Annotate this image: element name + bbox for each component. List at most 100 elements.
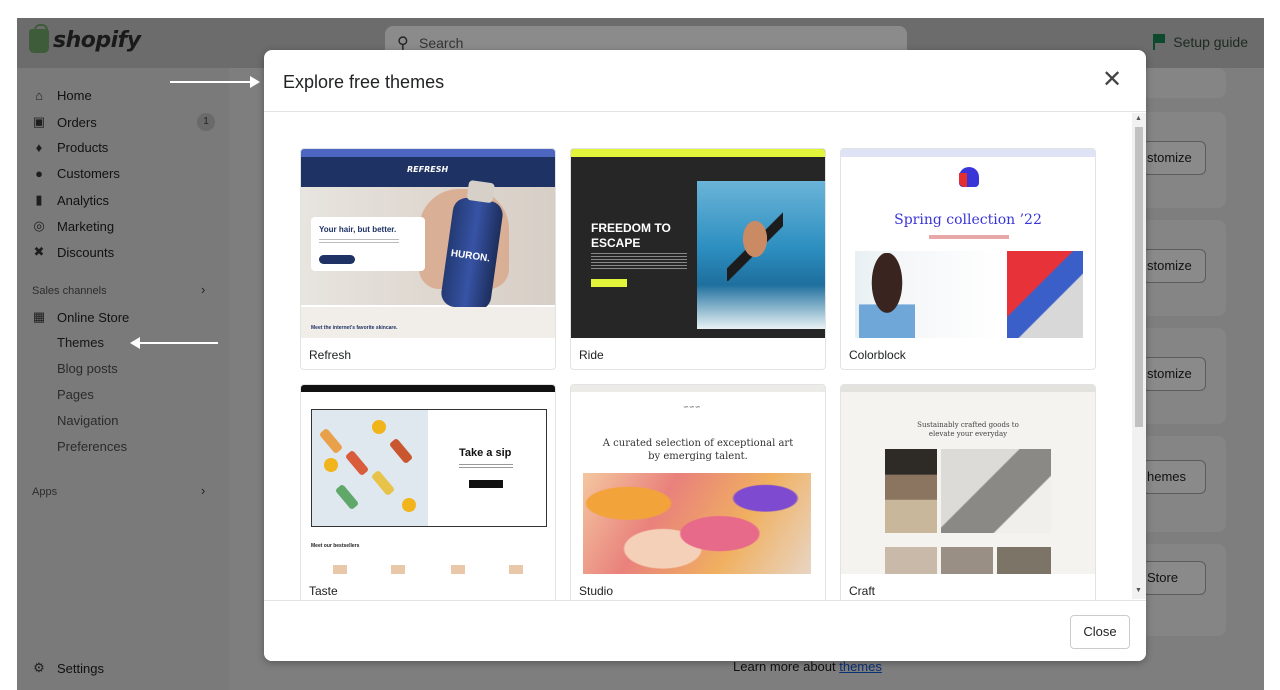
- theme-gallery: REFRESH HURON. Your hair, but better. Me…: [264, 112, 1130, 600]
- theme-card-taste[interactable]: Take a sip Meet our bestsellers Taste: [300, 384, 556, 600]
- setup-guide-button[interactable]: Setup guide: [1153, 34, 1248, 50]
- theme-card-refresh[interactable]: REFRESH HURON. Your hair, but better. Me…: [300, 148, 556, 370]
- modal-title: Explore free themes: [283, 72, 445, 92]
- themes-link[interactable]: themes: [839, 659, 882, 674]
- shopify-logo[interactable]: shopify: [29, 23, 141, 53]
- preview-lemon: [324, 458, 338, 472]
- sidebar-item-label: Online Store: [57, 309, 130, 325]
- theme-name: Ride: [579, 348, 604, 362]
- customize-button[interactable]: stomize: [1142, 357, 1206, 391]
- theme-card-craft[interactable]: Sustainably crafted goods to elevate you…: [840, 384, 1096, 600]
- home-icon: ⌂: [35, 88, 43, 103]
- preview-footer-text: Meet the internet's favorite skincare.: [311, 325, 398, 331]
- scroll-up-icon[interactable]: ▲: [1135, 115, 1142, 122]
- learn-more-prefix: Learn more about: [733, 659, 840, 674]
- sidebar-item-settings[interactable]: ⚙ Settings: [31, 660, 104, 676]
- target-icon: ◎: [33, 218, 45, 233]
- sidebar-item-products[interactable]: ♦ Products: [31, 140, 109, 155]
- explore-themes-modal: Explore free themes ✕ REFRESH HURON. You…: [264, 50, 1146, 661]
- theme-name: Colorblock: [849, 348, 906, 362]
- sidebar-subitem-pages[interactable]: Pages: [57, 387, 94, 402]
- preview-section-title: Meet our bestsellers: [311, 543, 360, 549]
- sidebar-item-label: Discounts: [57, 244, 115, 260]
- theme-preview-image: Spring collection ’22: [841, 149, 1095, 338]
- preview-announcement-bar: [841, 149, 1095, 157]
- theme-preview-image: ∽∽∽ A curated selection of exceptional a…: [571, 385, 825, 574]
- bar-chart-icon: ▮: [35, 192, 43, 207]
- sidebar-item-label: Home: [57, 88, 92, 103]
- annotation-arrow-right: [170, 76, 260, 88]
- theme-name: Refresh: [309, 348, 352, 362]
- preview-button: [591, 279, 627, 287]
- preview-text: [319, 239, 399, 245]
- theme-card-colorblock[interactable]: Spring collection ’22 Colorblock: [840, 148, 1096, 370]
- theme-card-studio[interactable]: ∽∽∽ A curated selection of exceptional a…: [570, 384, 826, 600]
- preview-bottle: [388, 437, 414, 465]
- sidebar-item-home[interactable]: ⌂ Home: [31, 88, 92, 103]
- theme-name: Taste: [309, 584, 338, 598]
- preview-subtext: [929, 235, 1009, 239]
- preview-announcement-bar: [571, 149, 825, 157]
- explore-themes-button[interactable]: hemes: [1142, 460, 1206, 494]
- sidebar-item-discounts[interactable]: ✖ Discounts: [31, 244, 115, 260]
- shopify-bag-icon: [29, 23, 49, 53]
- modal-header: Explore free themes ✕: [264, 50, 1146, 112]
- preview-lemon: [372, 420, 386, 434]
- sidebar-item-orders[interactable]: ▣ Orders: [31, 114, 97, 130]
- modal-scrollbar[interactable]: ▲ ▼: [1132, 113, 1146, 599]
- modal-footer: Close: [264, 600, 1146, 661]
- sidebar-item-online-store[interactable]: ▦ Online Store: [31, 309, 129, 325]
- sidebar-subitem-preferences[interactable]: Preferences: [57, 439, 127, 454]
- preview-announcement-bar: [301, 385, 555, 392]
- preview-surf-image: [697, 181, 825, 329]
- close-icon[interactable]: ✕: [1100, 68, 1124, 92]
- preview-button: [469, 480, 503, 488]
- person-icon: ●: [35, 166, 43, 181]
- customize-button[interactable]: stomize: [1142, 141, 1206, 175]
- arrow-head-icon: [250, 76, 260, 88]
- preview-text: [459, 464, 513, 470]
- sidebar-subitem-themes[interactable]: Themes: [57, 335, 104, 350]
- theme-card-ride[interactable]: FREEDOM TO ESCAPE Ride: [570, 148, 826, 370]
- visit-store-button[interactable]: Store: [1142, 561, 1206, 595]
- preview-heading: Take a sip: [459, 447, 512, 459]
- sidebar-item-marketing[interactable]: ◎ Marketing: [31, 218, 114, 234]
- sidebar-item-analytics[interactable]: ▮ Analytics: [31, 192, 109, 208]
- preview-text: [591, 253, 687, 271]
- preview-bottle: [334, 483, 360, 511]
- preview-announcement-bar: [301, 149, 555, 157]
- preview-logo: REFRESH: [407, 165, 449, 174]
- sidebar-item-label: Analytics: [57, 192, 110, 208]
- preview-nav: REFRESH: [301, 157, 555, 187]
- preview-heading: Sustainably crafted goods to elevate you…: [917, 421, 1019, 438]
- scrollbar-thumb[interactable]: [1135, 127, 1143, 427]
- preview-logo: [959, 167, 979, 187]
- sidebar: ⌂ Home ▣ Orders 1 ♦ Products ● Customers…: [17, 68, 229, 690]
- theme-name: Craft: [849, 584, 876, 598]
- sidebar-item-label: Marketing: [57, 218, 115, 234]
- customize-button[interactable]: stomize: [1142, 249, 1206, 283]
- preview-image: [997, 547, 1051, 574]
- scroll-down-icon[interactable]: ▼: [1135, 587, 1142, 594]
- sidebar-subitem-navigation[interactable]: Navigation: [57, 413, 118, 428]
- preview-image-right: [1007, 251, 1083, 338]
- orders-icon: ▣: [32, 114, 46, 129]
- discount-icon: ✖: [33, 244, 45, 259]
- sidebar-item-customers[interactable]: ● Customers: [31, 166, 120, 181]
- preview-product: [391, 565, 405, 574]
- theme-preview-image: FREEDOM TO ESCAPE: [571, 149, 825, 338]
- preview-announcement-bar: [571, 385, 825, 392]
- chevron-right-icon[interactable]: ›: [201, 483, 205, 498]
- arrow-head-icon: [130, 337, 140, 349]
- theme-preview-image: Sustainably crafted goods to elevate you…: [841, 385, 1095, 574]
- preview-product-label: HURON.: [450, 248, 491, 265]
- preview-heading: Spring collection ’22: [894, 212, 1042, 228]
- background-card: [1142, 68, 1226, 98]
- chevron-right-icon[interactable]: ›: [201, 282, 205, 297]
- close-button[interactable]: Close: [1070, 615, 1130, 649]
- theme-name: Studio: [579, 584, 614, 598]
- preview-footer: Meet the internet's favorite skincare.: [301, 307, 555, 338]
- preview-lemon: [402, 498, 416, 512]
- theme-preview-image: Take a sip Meet our bestsellers: [301, 385, 555, 574]
- sidebar-subitem-blog-posts[interactable]: Blog posts: [57, 361, 118, 376]
